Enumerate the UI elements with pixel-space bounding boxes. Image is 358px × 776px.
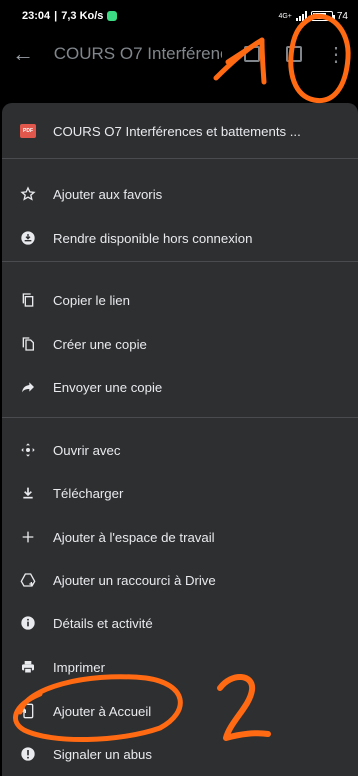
- status-bar: 23:04 | 7,3 Ko/s 4G+ 74: [0, 0, 358, 32]
- menu-item-label: Télécharger: [53, 485, 124, 501]
- menu-item-make-copy[interactable]: Créer une copie: [2, 324, 358, 364]
- menu-item-label: Ajouter à l'espace de travail: [53, 529, 215, 545]
- menu-item-drive-shortcut[interactable]: Ajouter un raccourci à Drive: [2, 560, 358, 600]
- menu-item-label: Imprimer: [53, 659, 106, 675]
- pdf-icon: PDF: [18, 121, 38, 141]
- divider: [2, 158, 358, 159]
- menu-item-label: Copier le lien: [53, 292, 130, 308]
- menu-item-add-home[interactable]: Ajouter à Accueil: [2, 691, 358, 731]
- battery-fill: [312, 13, 326, 19]
- status-time: 23:04: [22, 10, 51, 22]
- star-icon: [18, 184, 38, 204]
- menu-item-label: Ajouter aux favoris: [53, 186, 163, 202]
- status-left: 23:04 | 7,3 Ko/s: [22, 10, 118, 22]
- copy-link-icon: [18, 290, 38, 310]
- options-sheet: PDF COURS O7 Interférences et battements…: [2, 103, 358, 776]
- menu-item-label: Ajouter à Accueil: [53, 703, 152, 719]
- info-icon: [18, 613, 38, 633]
- menu-header-label: COURS O7 Interférences et battements ...: [53, 123, 301, 139]
- comment-icon[interactable]: [244, 46, 261, 62]
- menu-item-label: Signaler un abus: [53, 746, 152, 762]
- menu-item-details[interactable]: Détails et activité: [2, 603, 358, 643]
- battery-icon: [310, 11, 335, 21]
- status-speed: 7,3 Ko/s: [61, 10, 104, 22]
- menu-item-favorites[interactable]: Ajouter aux favoris: [2, 174, 358, 214]
- menu-item-download[interactable]: Télécharger: [2, 473, 358, 513]
- menu-header: PDF COURS O7 Interférences et battements…: [2, 111, 358, 151]
- menu-item-send-copy[interactable]: Envoyer une copie: [2, 367, 358, 407]
- plus-icon: [18, 527, 38, 547]
- menu-item-label: Détails et activité: [53, 615, 153, 631]
- menu-item-report[interactable]: Signaler un abus: [2, 734, 358, 774]
- battery-percent: 74: [336, 10, 348, 22]
- app-notification-icon: [107, 11, 118, 21]
- menu-item-open-with[interactable]: Ouvrir avec: [2, 430, 358, 470]
- menu-item-label: Ouvrir avec: [53, 442, 121, 458]
- app-bar: ← COURS O7 Interférences ⋮: [0, 32, 358, 76]
- menu-item-copy-link[interactable]: Copier le lien: [2, 280, 358, 320]
- share-arrow-icon: [18, 377, 38, 397]
- menu-item-label: Envoyer une copie: [53, 379, 163, 395]
- menu-item-label: Rendre disponible hors connexion: [53, 230, 253, 246]
- print-icon: [18, 657, 38, 677]
- back-arrow-icon[interactable]: ←: [12, 41, 40, 67]
- document-title: COURS O7 Interférences: [53, 44, 222, 63]
- network-type: 4G+: [278, 12, 292, 20]
- add-home-icon: [18, 701, 38, 721]
- add-to-drive-icon[interactable]: [286, 46, 302, 62]
- menu-item-print[interactable]: Imprimer: [2, 647, 358, 687]
- report-icon: [18, 744, 38, 764]
- make-copy-icon: [18, 334, 38, 354]
- menu-item-label: Créer une copie: [53, 336, 147, 352]
- status-separator: |: [54, 10, 58, 22]
- offline-icon: [18, 228, 38, 248]
- menu-item-offline[interactable]: Rendre disponible hors connexion: [2, 218, 358, 258]
- divider: [2, 417, 358, 418]
- download-icon: [18, 483, 38, 503]
- menu-item-label: Ajouter un raccourci à Drive: [53, 572, 216, 588]
- drive-shortcut-icon: [18, 570, 38, 590]
- menu-item-workspace[interactable]: Ajouter à l'espace de travail: [2, 517, 358, 557]
- open-with-icon: [18, 440, 38, 460]
- signal-icon: [295, 11, 307, 21]
- status-right: 4G+ 74: [278, 11, 348, 22]
- divider: [2, 261, 358, 262]
- more-options-icon[interactable]: ⋮: [326, 42, 346, 67]
